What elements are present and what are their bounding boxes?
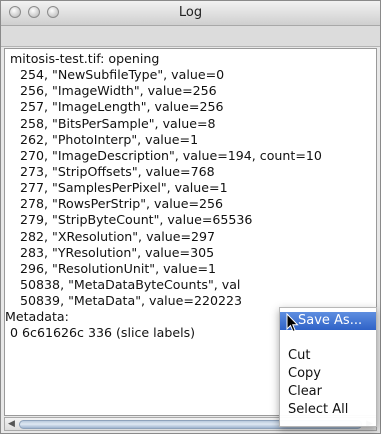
log-line: 50838, "MetaDataByteCounts", val xyxy=(20,276,241,292)
log-lines: mitosis-test.tif: opening 254, "NewSubfi… xyxy=(5,51,376,342)
toolbar-strip xyxy=(1,26,380,47)
log-line: 270, "ImageDescription", value=194, coun… xyxy=(20,147,322,163)
menu-item-select-all[interactable]: Select All xyxy=(280,401,376,419)
scroll-left-arrow-icon[interactable]: ◀ xyxy=(8,419,15,430)
menu-item-clear[interactable]: Clear xyxy=(280,383,376,401)
window-title: Log xyxy=(178,5,203,20)
log-line: mitosis-test.tif: opening xyxy=(10,51,160,66)
menu-item-copy[interactable]: Copy xyxy=(280,365,376,383)
mouse-pointer-icon xyxy=(286,313,299,333)
log-line: 277, "SamplesPerPixel", value=1 xyxy=(20,180,228,196)
log-line: 283, "YResolution", value=305 xyxy=(20,244,215,260)
log-line: 278, "RowsPerStrip", value=256 xyxy=(20,196,224,212)
log-line: 282, "XResolution", value=297 xyxy=(20,228,216,244)
log-line: 257, "ImageLength", value=256 xyxy=(20,99,224,115)
log-line: 279, "StripByteCount", value=65536 xyxy=(20,212,253,228)
title-bar[interactable]: Log xyxy=(1,1,380,26)
log-line: 296, "ResolutionUnit", value=1 xyxy=(20,260,217,276)
log-line: 262, "PhotoInterp", value=1 xyxy=(20,131,199,147)
log-line: 254, "NewSubfileType", value=0 xyxy=(20,67,225,83)
menu-item-cut[interactable]: Cut xyxy=(280,347,376,365)
log-line: 273, "StripOffsets", value=768 xyxy=(20,163,215,179)
log-line: 256, "ImageWidth", value=256 xyxy=(20,83,217,99)
log-line: 258, "BitsPerSample", value=8 xyxy=(20,115,216,131)
